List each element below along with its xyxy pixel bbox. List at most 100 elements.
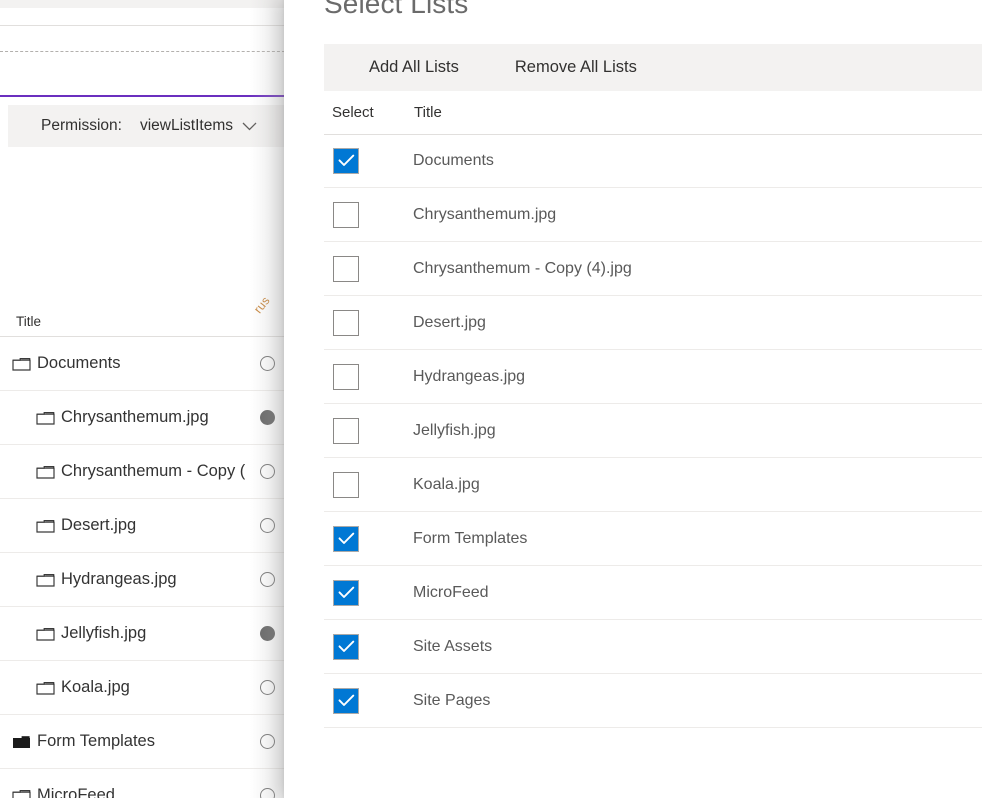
table-row[interactable]: Form Templates xyxy=(324,512,982,566)
tree-row-content: Documents xyxy=(0,354,290,373)
background-accent-underline xyxy=(0,95,290,97)
table-row[interactable]: Site Assets xyxy=(324,620,982,674)
row-title: Chrysanthemum.jpg xyxy=(413,205,557,223)
tree-row-marker-unselected[interactable] xyxy=(260,679,275,695)
select-lists-dialog: Select Lists Add All Lists Remove All Li… xyxy=(284,0,992,798)
row-checkbox-checked[interactable] xyxy=(333,687,359,714)
row-title: Documents xyxy=(413,151,494,169)
column-header-title: Title xyxy=(414,104,442,121)
tree-row-label: MicroFeed xyxy=(37,786,115,798)
tree-row-marker-unselected[interactable] xyxy=(260,517,275,533)
tree-header-row: Title rus xyxy=(0,294,290,337)
tree-row-marker-selected[interactable] xyxy=(260,409,275,425)
table-row[interactable]: Chrysanthemum.jpg xyxy=(324,188,982,242)
folder-outline-icon xyxy=(36,680,55,696)
row-title: Koala.jpg xyxy=(413,475,480,493)
tree-row-label: Desert.jpg xyxy=(61,516,137,534)
row-title: Chrysanthemum - Copy (4).jpg xyxy=(413,259,632,277)
tree-row[interactable]: Chrysanthemum - Copy ( xyxy=(0,445,290,499)
row-title: Desert.jpg xyxy=(413,313,486,331)
folder-outline-icon xyxy=(36,572,55,588)
tree-row-marker-selected[interactable] xyxy=(260,625,275,641)
permission-label: Permission: xyxy=(41,117,122,134)
row-title: Hydrangeas.jpg xyxy=(413,367,526,385)
tree-row-label: Jellyfish.jpg xyxy=(61,624,147,642)
tree-row[interactable]: Jellyfish.jpg xyxy=(0,607,290,661)
table-row[interactable]: Chrysanthemum - Copy (4).jpg xyxy=(324,242,982,296)
dialog-command-bar: Add All Lists Remove All Lists xyxy=(324,44,982,91)
permission-selector[interactable]: Permission: viewListItems xyxy=(8,105,290,147)
row-checkbox-unchecked[interactable] xyxy=(333,417,359,444)
dialog-rows-container: Documents Chrysanthemum.jpg Chrysanthemum … xyxy=(324,134,982,728)
row-title: Form Templates xyxy=(413,529,528,547)
tree-row-marker-unselected[interactable] xyxy=(260,463,275,479)
tree-row-content: Koala.jpg xyxy=(0,678,290,697)
chevron-down-icon[interactable] xyxy=(242,122,257,131)
tree-row-label: Chrysanthemum.jpg xyxy=(61,408,209,426)
add-all-lists-button[interactable]: Add All Lists xyxy=(357,50,471,85)
table-row[interactable]: Jellyfish.jpg xyxy=(324,404,982,458)
folder-outline-icon xyxy=(36,518,55,534)
tree-rows-container: Documents Chrysanthemum.jpg Chrysanthemum … xyxy=(0,337,290,798)
row-title: MicroFeed xyxy=(413,583,489,601)
tree-row-label: Chrysanthemum - Copy ( xyxy=(61,462,246,480)
row-checkbox-checked[interactable] xyxy=(333,525,359,552)
tree-row[interactable]: Documents xyxy=(0,337,290,391)
tree-row[interactable]: Chrysanthemum.jpg xyxy=(0,391,290,445)
table-row[interactable]: Desert.jpg xyxy=(324,296,982,350)
tree-row[interactable]: Desert.jpg xyxy=(0,499,290,553)
tree-row-label: Hydrangeas.jpg xyxy=(61,570,177,588)
tree-row[interactable]: Koala.jpg xyxy=(0,661,290,715)
row-checkbox-checked[interactable] xyxy=(333,633,359,660)
tree-row[interactable]: MicroFeed xyxy=(0,769,290,798)
row-title: Site Pages xyxy=(413,691,491,709)
tree-row-marker-unselected[interactable] xyxy=(260,733,275,749)
table-row[interactable]: Hydrangeas.jpg xyxy=(324,350,982,404)
dialog-title: Select Lists xyxy=(324,0,469,19)
permission-value: viewListItems xyxy=(139,117,233,134)
row-checkbox-unchecked[interactable] xyxy=(333,201,359,228)
row-title: Site Assets xyxy=(413,637,493,655)
background-divider-dashed xyxy=(0,51,290,52)
tree-row-content: Desert.jpg xyxy=(0,516,290,535)
folder-outline-icon xyxy=(12,788,31,798)
row-checkbox-unchecked[interactable] xyxy=(333,309,359,336)
tree-column-header-title: Title xyxy=(16,314,42,329)
tree-column-header-rotated: rus xyxy=(250,293,273,316)
folder-outline-icon xyxy=(36,464,55,480)
dialog-column-headers: Select Title xyxy=(324,91,982,135)
tree-row-label: Form Templates xyxy=(37,732,155,750)
tree-row-label: Documents xyxy=(37,354,121,372)
row-checkbox-unchecked[interactable] xyxy=(333,471,359,498)
tree-row-label: Koala.jpg xyxy=(61,678,130,696)
background-tree-list: Title rus Documents Chrysanthemum.jpg Chry… xyxy=(0,294,290,798)
tree-row[interactable]: Form Templates xyxy=(0,715,290,769)
tree-row-content: Chrysanthemum - Copy ( xyxy=(0,462,290,481)
table-row[interactable]: MicroFeed xyxy=(324,566,982,620)
table-row[interactable]: Documents xyxy=(324,134,982,188)
tree-row[interactable]: Hydrangeas.jpg xyxy=(0,553,290,607)
folder-solid-icon xyxy=(12,734,31,750)
tree-row-marker-unselected[interactable] xyxy=(260,355,275,371)
folder-outline-icon xyxy=(36,410,55,426)
table-row[interactable]: Site Pages xyxy=(324,674,982,728)
background-panel: Permission: viewListItems Title rus Docu… xyxy=(0,0,290,798)
row-checkbox-checked[interactable] xyxy=(333,579,359,606)
remove-all-lists-button[interactable]: Remove All Lists xyxy=(503,50,649,85)
tree-row-content: Jellyfish.jpg xyxy=(0,624,290,643)
column-header-select: Select xyxy=(332,104,374,121)
tree-row-content: Chrysanthemum.jpg xyxy=(0,408,290,427)
tree-row-content: Form Templates xyxy=(0,732,290,751)
app-screen: Permission: viewListItems Title rus Docu… xyxy=(0,0,992,798)
tree-row-content: Hydrangeas.jpg xyxy=(0,570,290,589)
tree-row-marker-unselected[interactable] xyxy=(260,571,275,587)
row-checkbox-unchecked[interactable] xyxy=(333,255,359,282)
table-row[interactable]: Koala.jpg xyxy=(324,458,982,512)
background-top-strip xyxy=(0,0,290,8)
row-checkbox-checked[interactable] xyxy=(333,147,359,174)
folder-outline-icon xyxy=(12,356,31,372)
tree-row-content: MicroFeed xyxy=(0,786,290,798)
folder-outline-icon xyxy=(36,626,55,642)
row-checkbox-unchecked[interactable] xyxy=(333,363,359,390)
row-title: Jellyfish.jpg xyxy=(413,421,496,439)
